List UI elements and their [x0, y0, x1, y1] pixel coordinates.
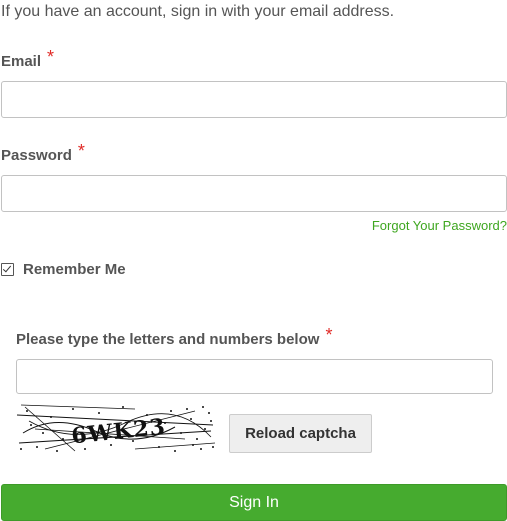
password-field[interactable]	[1, 175, 507, 212]
captcha-label-text: Please type the letters and numbers belo…	[16, 331, 320, 348]
email-label-text: Email	[1, 53, 42, 70]
sign-in-form: If you have an account, sign in with you…	[0, 0, 507, 521]
sign-in-button[interactable]: Sign In	[1, 484, 507, 521]
remember-me-label: Remember Me	[23, 261, 126, 278]
remember-me-checkbox[interactable]	[1, 263, 14, 276]
captcha-label: Please type the letters and numbers belo…	[16, 325, 333, 349]
remember-me[interactable]: Remember Me	[1, 261, 126, 278]
captcha-input[interactable]	[16, 359, 493, 394]
password-label-text: Password	[1, 147, 72, 164]
forgot-password-link[interactable]: Forgot Your Password?	[372, 218, 507, 233]
captcha-image: 6WK23	[15, 403, 217, 455]
email-label: Email *	[1, 47, 55, 71]
required-asterisk: *	[47, 47, 55, 67]
intro-text: If you have an account, sign in with you…	[1, 3, 395, 20]
required-asterisk: *	[325, 325, 333, 345]
captcha-graphic: 6WK23	[16, 404, 216, 452]
reload-captcha-button[interactable]: Reload captcha	[229, 414, 372, 453]
password-label: Password *	[1, 141, 85, 165]
required-asterisk: *	[77, 141, 85, 161]
email-field[interactable]	[1, 81, 507, 118]
captcha-text: 6WK23	[70, 414, 167, 450]
